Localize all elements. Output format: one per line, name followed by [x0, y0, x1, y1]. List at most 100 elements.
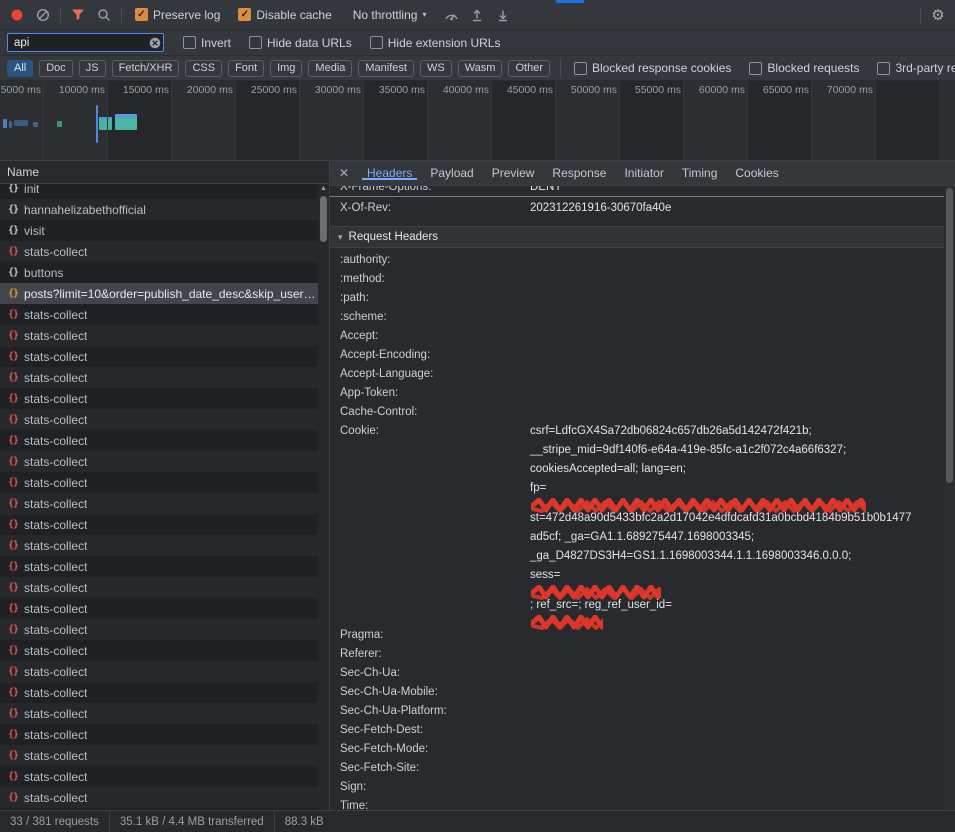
request-row[interactable]: {}stats-collect — [0, 304, 329, 325]
clear-filter-button[interactable] — [149, 37, 161, 49]
network-conditions-button[interactable] — [438, 3, 464, 27]
tab-cookies[interactable]: Cookies — [726, 166, 787, 180]
request-row[interactable]: {}stats-collect — [0, 367, 329, 388]
settings-button[interactable]: ⚙ — [925, 3, 951, 27]
header-value[interactable] — [530, 270, 944, 289]
request-row[interactable]: {}stats-collect — [0, 556, 329, 577]
header-name[interactable]: Cookie: — [340, 422, 530, 626]
request-headers-section-toggle[interactable]: ▾ Request Headers — [330, 226, 944, 248]
tab-initiator[interactable]: Initiator — [615, 166, 672, 180]
header-name[interactable]: Cache-Control: — [340, 403, 530, 422]
header-name[interactable]: App-Token: — [340, 384, 530, 403]
tab-payload[interactable]: Payload — [421, 166, 482, 180]
request-row[interactable]: {}stats-collect — [0, 577, 329, 598]
type-chip-other[interactable]: Other — [508, 60, 550, 77]
request-row[interactable]: {}stats-collect — [0, 430, 329, 451]
header-name[interactable]: Sec-Ch-Ua-Platform: — [340, 702, 530, 721]
type-chip-manifest[interactable]: Manifest — [358, 60, 414, 77]
type-chip-fetch-xhr[interactable]: Fetch/XHR — [112, 60, 180, 77]
header-name[interactable]: Sec-Fetch-Site: — [340, 759, 530, 778]
request-row[interactable]: {}stats-collect — [0, 388, 329, 409]
tab-timing[interactable]: Timing — [673, 166, 727, 180]
header-value[interactable] — [530, 683, 944, 702]
header-value[interactable] — [530, 403, 944, 422]
hide-data-urls-checkbox[interactable]: Hide data URLs — [249, 36, 352, 50]
search-button[interactable] — [91, 3, 117, 27]
header-value[interactable] — [530, 702, 944, 721]
header-name[interactable]: :scheme: — [340, 308, 530, 327]
filter-input[interactable] — [7, 33, 164, 52]
clear-button[interactable] — [30, 3, 56, 27]
request-row[interactable]: {}visit — [0, 220, 329, 241]
request-row[interactable]: {}stats-collect — [0, 703, 329, 724]
header-value[interactable] — [530, 759, 944, 778]
tab-preview[interactable]: Preview — [483, 166, 544, 180]
request-row[interactable]: {}stats-collect — [0, 598, 329, 619]
type-chip-css[interactable]: CSS — [185, 60, 222, 77]
request-row[interactable]: {}stats-collect — [0, 682, 329, 703]
type-chip-doc[interactable]: Doc — [39, 60, 73, 77]
header-name[interactable]: Sec-Fetch-Dest: — [340, 721, 530, 740]
header-name[interactable]: Sign: — [340, 778, 530, 797]
request-row[interactable]: {}stats-collect — [0, 766, 329, 787]
header-value[interactable] — [530, 797, 944, 810]
header-name[interactable]: Accept: — [340, 327, 530, 346]
header-value[interactable] — [530, 346, 944, 365]
close-details-button[interactable]: ✕ — [330, 161, 358, 185]
request-row[interactable]: {}stats-collect — [0, 787, 329, 808]
request-row[interactable]: {}stats-collect — [0, 619, 329, 640]
header-name[interactable]: :method: — [340, 270, 530, 289]
header-name[interactable]: Referer: — [340, 645, 530, 664]
type-chip-font[interactable]: Font — [228, 60, 264, 77]
type-chip-all[interactable]: All — [7, 60, 33, 77]
header-value[interactable] — [530, 778, 944, 797]
type-chip-js[interactable]: JS — [79, 60, 106, 77]
filter-button[interactable] — [65, 3, 91, 27]
request-row[interactable]: {}hannahelizabethofficial — [0, 199, 329, 220]
disable-cache-checkbox[interactable]: ✓ Disable cache — [238, 8, 331, 22]
request-row[interactable]: {}stats-collect — [0, 451, 329, 472]
type-chip-ws[interactable]: WS — [420, 60, 452, 77]
tab-headers[interactable]: Headers — [358, 166, 421, 180]
type-chip-wasm[interactable]: Wasm — [458, 60, 503, 77]
tab-response[interactable]: Response — [543, 166, 615, 180]
request-row[interactable]: {}stats-collect — [0, 661, 329, 682]
request-list-scrollbar[interactable]: ▲ — [318, 184, 329, 810]
header-value[interactable] — [530, 365, 944, 384]
request-row[interactable]: {}stats-collect — [0, 472, 329, 493]
header-value[interactable] — [530, 289, 944, 308]
header-name[interactable]: :authority: — [340, 251, 530, 270]
request-row[interactable]: {}stats-collect — [0, 409, 329, 430]
header-value[interactable]: csrf=LdfcGX4Sa72db06824c657db26a5d142472… — [530, 422, 944, 626]
type-chip-img[interactable]: Img — [270, 60, 302, 77]
scrollbar-thumb[interactable] — [946, 188, 953, 483]
header-value[interactable] — [530, 327, 944, 346]
request-row[interactable]: {}stats-collect — [0, 514, 329, 535]
scrollbar-up-icon[interactable]: ▲ — [318, 185, 329, 192]
header-value[interactable] — [530, 626, 944, 645]
header-value[interactable] — [530, 251, 944, 270]
overview-graph[interactable]: 5000 ms10000 ms15000 ms20000 ms25000 ms3… — [0, 81, 955, 161]
header-value[interactable] — [530, 740, 944, 759]
request-row[interactable]: {}stats-collect — [0, 535, 329, 556]
scrollbar-thumb[interactable] — [320, 196, 327, 242]
header-name[interactable]: Accept-Encoding: — [340, 346, 530, 365]
header-value[interactable] — [530, 645, 944, 664]
blocked-response-cookies-checkbox[interactable]: Blocked response cookies — [574, 61, 731, 75]
header-name[interactable]: :path: — [340, 289, 530, 308]
request-row[interactable]: {}stats-collect — [0, 325, 329, 346]
request-row[interactable]: {}stats-collect — [0, 493, 329, 514]
header-name[interactable]: Accept-Language: — [340, 365, 530, 384]
import-har-button[interactable] — [464, 3, 490, 27]
header-name[interactable]: Sec-Ch-Ua: — [340, 664, 530, 683]
request-row[interactable]: {}buttons — [0, 262, 329, 283]
details-scrollbar[interactable] — [944, 186, 955, 810]
hide-extension-urls-checkbox[interactable]: Hide extension URLs — [370, 36, 501, 50]
record-button[interactable] — [4, 3, 30, 27]
preserve-log-checkbox[interactable]: ✓ Preserve log — [135, 8, 220, 22]
header-name[interactable]: Sec-Ch-Ua-Mobile: — [340, 683, 530, 702]
header-value[interactable] — [530, 384, 944, 403]
third-party-requests-checkbox[interactable]: 3rd-party requests — [877, 61, 955, 75]
invert-checkbox[interactable]: Invert — [183, 36, 231, 50]
header-value[interactable] — [530, 721, 944, 740]
